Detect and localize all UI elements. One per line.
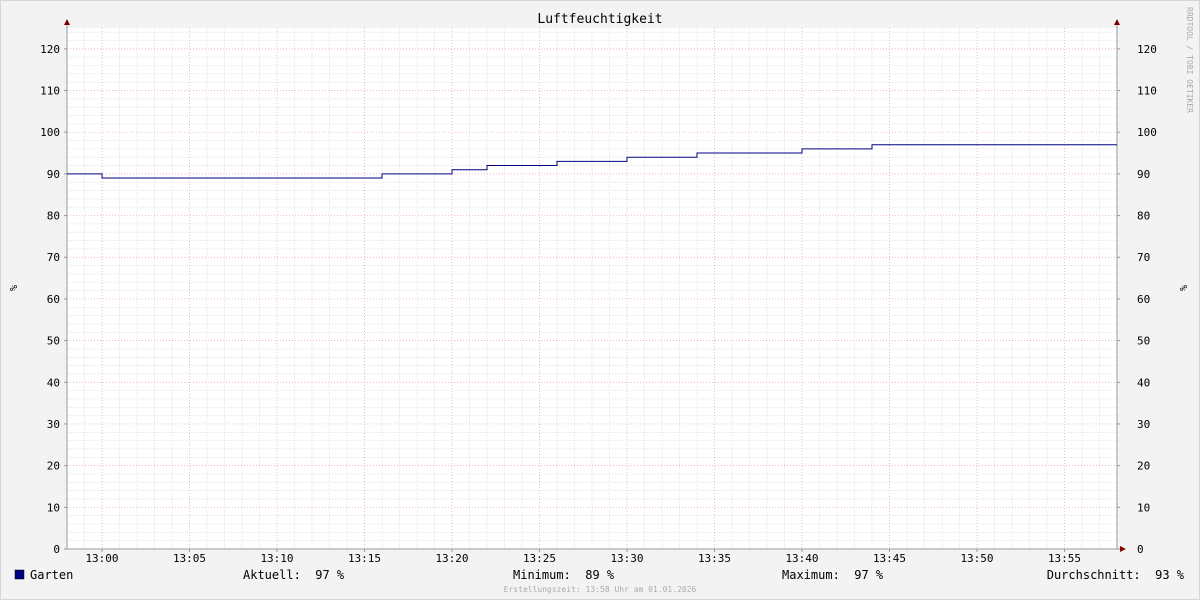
x-tick-labels: 13:00 13:05 13:10 13:15 13:20 13:25 13:30 13:35… [85,552,1081,565]
watermark: RRDTOOL / TOBI OETIKER [1185,7,1194,113]
legend-durchschnitt: Durchschnitt: 93 % [1047,568,1185,582]
y-tick-label: 100 [40,126,60,139]
legend-series-name: Garten [30,568,73,582]
minor-grid [66,28,1118,549]
y-tick-label: 20 [1137,460,1150,473]
x-tick-label: 13:55 [1048,552,1081,565]
y-tick-label: 60 [47,293,60,306]
humidity-chart: 0 10 20 30 40 50 60 70 80 90 100 110 120 0 10 20 30 40 50… [7,7,1194,594]
chart-title: Luftfeuchtigkeit [537,12,662,27]
x-tick-label: 13:45 [873,552,906,565]
y-tick-label: 0 [53,543,60,556]
legend-swatch-garten [14,569,25,580]
x-tick-label: 13:35 [698,552,731,565]
y-tick-label: 30 [47,418,60,431]
y-tick-label: 90 [47,168,60,181]
y-tick-label: 40 [47,376,60,389]
y-tick-label: 80 [1137,210,1150,223]
y-axis-label-left: % [7,285,18,291]
x-tick-label: 13:15 [348,552,381,565]
y-axis-label-right: % [1177,285,1188,291]
y-tick-label: 80 [47,210,60,223]
x-tick-label: 13:25 [523,552,556,565]
legend-minimum: Minimum: 89 % [513,568,615,582]
y-tick-label: 10 [47,501,60,514]
y-tick-label: 50 [47,335,60,348]
y-tick-label: 20 [47,460,60,473]
y-tick-label: 100 [1137,126,1157,139]
x-tick-label: 13:00 [85,552,118,565]
y-tick-label: 120 [1137,43,1157,56]
x-tick-label: 13:40 [785,552,818,565]
footer-timestamp: Erstellungszeit: 13:58 Uhr am 01.01.2026 [504,585,697,594]
x-tick-label: 13:50 [960,552,993,565]
y-tick-label: 90 [1137,168,1150,181]
x-tick-label: 13:30 [610,552,643,565]
y-tick-label: 110 [40,85,60,98]
y-tick-label: 70 [47,251,60,264]
y-tick-label: 60 [1137,293,1150,306]
y-tick-labels-right: 0 10 20 30 40 50 60 70 80 90 100 110 120 [1137,43,1157,556]
legend-aktuell: Aktuell: 97 % [243,568,345,582]
y-tick-label: 120 [40,43,60,56]
y-tick-label: 110 [1137,85,1157,98]
y-tick-label: 10 [1137,501,1150,514]
legend-maximum: Maximum: 97 % [782,568,884,582]
y-tick-labels-left: 0 10 20 30 40 50 60 70 80 90 100 110 120 [40,43,60,556]
y-tick-label: 40 [1137,376,1150,389]
x-tick-label: 13:20 [435,552,468,565]
y-tick-label: 0 [1137,543,1144,556]
x-axis-arrow [1120,546,1126,552]
x-tick-label: 13:10 [260,552,293,565]
y-tick-label: 30 [1137,418,1150,431]
y-axis-arrow-right [1114,19,1120,25]
x-tick-label: 13:05 [173,552,206,565]
y-axis-arrow-left [64,19,70,25]
y-tick-label: 50 [1137,335,1150,348]
y-tick-label: 70 [1137,251,1150,264]
